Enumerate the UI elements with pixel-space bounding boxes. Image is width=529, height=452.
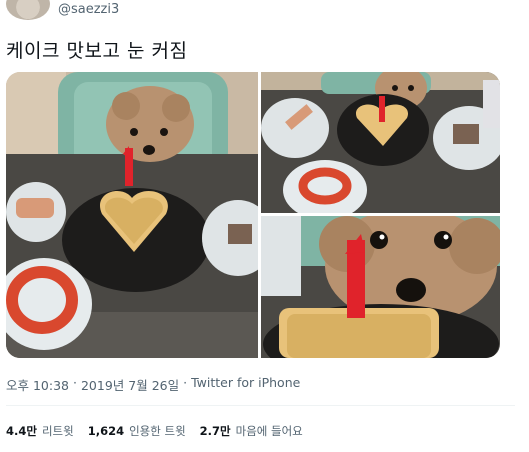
tweet-meta: 오후 10:38 · 2019년 7월 26일 · Twitter for iP… (6, 375, 300, 394)
media-grid (6, 72, 500, 358)
photo-dog-cake-top[interactable] (261, 72, 500, 213)
tweet-stats: 4.4만 리트윗 1,624 인용한 트윗 2.7만 마음에 들어요 (6, 423, 303, 439)
like-count[interactable]: 2.7만 마음에 들어요 (200, 423, 303, 439)
meta-separator: · (183, 375, 188, 390)
tweet-time[interactable]: 오후 10:38 (6, 375, 69, 394)
stat-label: 마음에 들어요 (235, 424, 303, 438)
stat-value: 1,624 (87, 424, 125, 438)
stat-label: 인용한 트윗 (129, 424, 186, 438)
retweet-count[interactable]: 4.4만 리트윗 (6, 423, 74, 439)
avatar[interactable] (6, 0, 50, 20)
meta-separator: · (73, 375, 77, 390)
stat-value: 4.4만 (6, 424, 37, 438)
photo-dog-cake-wide[interactable] (6, 72, 258, 358)
photo-dog-cake-closeup[interactable] (261, 216, 500, 358)
tweet-source[interactable]: Twitter for iPhone (191, 375, 300, 394)
stat-value: 2.7만 (199, 424, 231, 438)
author-handle[interactable]: @saezzi3 (58, 2, 119, 17)
quote-count[interactable]: 1,624 인용한 트윗 (88, 423, 186, 439)
tweet-text: 케이크 맛보고 눈 커짐 (6, 40, 188, 62)
stat-label: 리트윗 (41, 424, 74, 438)
tweet-date[interactable]: 2019년 7월 26일 (81, 375, 179, 394)
divider (6, 405, 515, 406)
